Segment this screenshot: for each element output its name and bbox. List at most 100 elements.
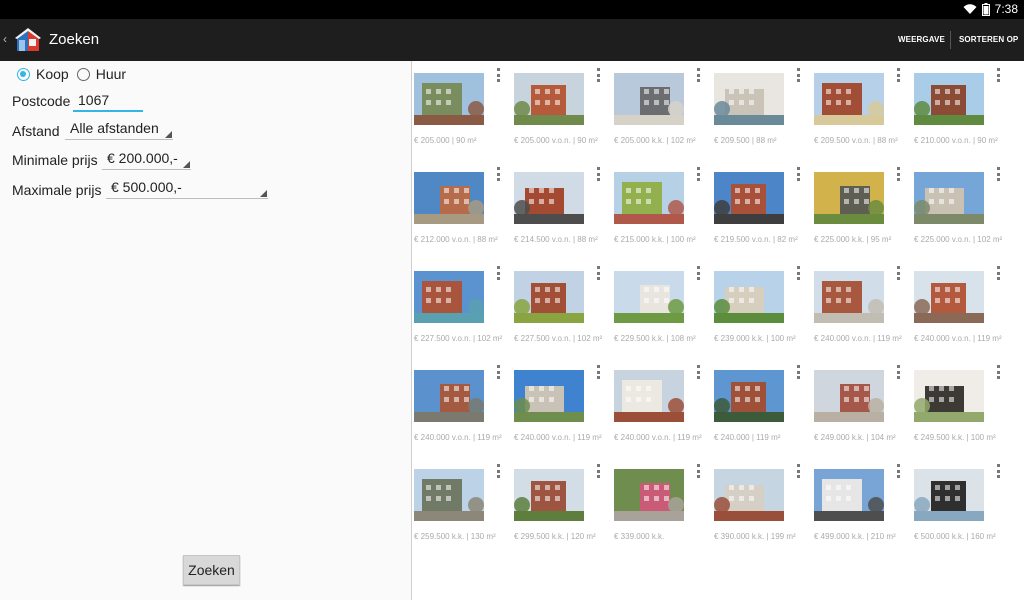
listing-photo[interactable] (514, 73, 584, 125)
overflow-menu-icon[interactable] (697, 464, 700, 478)
listing-card[interactable]: € 229.500 k.k. | 108 m² (612, 259, 712, 358)
listing-photo[interactable] (714, 469, 784, 521)
listing-card[interactable]: € 225.000 v.o.n. | 102 m² (912, 160, 1012, 259)
listing-photo[interactable] (614, 370, 684, 422)
listing-card[interactable]: € 219.500 v.o.n. | 82 m² (712, 160, 812, 259)
listing-photo[interactable] (514, 172, 584, 224)
listing-photo[interactable] (614, 73, 684, 125)
overflow-menu-icon[interactable] (797, 464, 800, 478)
listing-card[interactable]: € 227.500 v.o.n. | 102 m² (512, 259, 612, 358)
listing-photo[interactable] (414, 172, 484, 224)
back-chevron-icon[interactable]: ‹ (3, 32, 7, 46)
overflow-menu-icon[interactable] (797, 365, 800, 379)
distance-spinner[interactable]: Alle afstanden (65, 120, 173, 140)
app-logo-icon[interactable] (14, 27, 42, 53)
overflow-menu-icon[interactable] (997, 464, 1000, 478)
listing-photo[interactable] (914, 73, 984, 125)
listing-photo[interactable] (914, 370, 984, 422)
listing-card[interactable]: € 205.000 v.o.n. | 90 m² (512, 61, 612, 160)
listing-photo[interactable] (614, 469, 684, 521)
overflow-menu-icon[interactable] (697, 365, 700, 379)
overflow-menu-icon[interactable] (597, 167, 600, 181)
overflow-menu-icon[interactable] (697, 167, 700, 181)
overflow-menu-icon[interactable] (997, 266, 1000, 280)
listing-photo[interactable] (814, 271, 884, 323)
listing-photo[interactable] (514, 370, 584, 422)
overflow-menu-icon[interactable] (697, 68, 700, 82)
listing-card[interactable]: € 240.000 v.o.n. | 119 m² (812, 259, 912, 358)
overflow-menu-icon[interactable] (897, 266, 900, 280)
huur-radio-label[interactable]: Huur (96, 66, 126, 82)
listing-card[interactable]: € 205.000 k.k. | 102 m² (612, 61, 712, 160)
overflow-menu-icon[interactable] (497, 464, 500, 478)
koop-radio[interactable] (17, 67, 30, 81)
search-button[interactable]: Zoeken (183, 555, 240, 585)
listing-card[interactable]: € 212.000 v.o.n. | 88 m² (412, 160, 512, 259)
overflow-menu-icon[interactable] (597, 266, 600, 280)
listing-photo[interactable] (714, 271, 784, 323)
listing-photo[interactable] (414, 469, 484, 521)
min-price-spinner[interactable]: € 200.000,- (102, 150, 191, 170)
overflow-menu-icon[interactable] (997, 167, 1000, 181)
listing-card[interactable]: € 239.000 k.k. | 100 m² (712, 259, 812, 358)
listing-card[interactable]: € 240.000 v.o.n. | 119 m² (412, 358, 512, 457)
listing-photo[interactable] (714, 370, 784, 422)
listing-card[interactable]: € 299.500 k.k. | 120 m² (512, 457, 612, 556)
overflow-menu-icon[interactable] (797, 266, 800, 280)
listing-card[interactable]: € 225.000 k.k. | 95 m² (812, 160, 912, 259)
overflow-menu-icon[interactable] (997, 365, 1000, 379)
overflow-menu-icon[interactable] (797, 68, 800, 82)
overflow-menu-icon[interactable] (597, 68, 600, 82)
listing-card[interactable]: € 390.000 k.k. | 199 m² (712, 457, 812, 556)
listing-photo[interactable] (414, 271, 484, 323)
listing-photo[interactable] (614, 271, 684, 323)
listing-card[interactable]: € 209.500 v.o.n. | 88 m² (812, 61, 912, 160)
overflow-menu-icon[interactable] (497, 365, 500, 379)
listing-photo[interactable] (814, 73, 884, 125)
listing-photo[interactable] (914, 271, 984, 323)
listing-card[interactable]: € 227.500 v.o.n. | 102 m² (412, 259, 512, 358)
listing-card[interactable]: € 499.000 k.k. | 210 m² (812, 457, 912, 556)
overflow-menu-icon[interactable] (797, 167, 800, 181)
listing-photo[interactable] (714, 73, 784, 125)
sort-by-button[interactable]: SORTEREN OP (959, 35, 1018, 44)
listing-card[interactable]: € 249.000 k.k. | 104 m² (812, 358, 912, 457)
listing-card[interactable]: € 240.000 v.o.n. | 119 m² (512, 358, 612, 457)
overflow-menu-icon[interactable] (997, 68, 1000, 82)
max-price-spinner[interactable]: € 500.000,- (106, 179, 268, 199)
listing-photo[interactable] (814, 172, 884, 224)
overflow-menu-icon[interactable] (897, 464, 900, 478)
listing-card[interactable]: € 249.500 k.k. | 100 m² (912, 358, 1012, 457)
listing-photo[interactable] (914, 172, 984, 224)
listing-card[interactable]: € 339.000 k.k. (612, 457, 712, 556)
overflow-menu-icon[interactable] (497, 266, 500, 280)
listing-card[interactable]: € 240.000 v.o.n. | 119 m² (612, 358, 712, 457)
listing-card[interactable]: € 500.000 k.k. | 160 m² (912, 457, 1012, 556)
listing-photo[interactable] (614, 172, 684, 224)
listing-card[interactable]: € 240.000 v.o.n. | 119 m² (912, 259, 1012, 358)
view-mode-button[interactable]: WEERGAVE (898, 35, 945, 44)
overflow-menu-icon[interactable] (497, 167, 500, 181)
listing-card[interactable]: € 210.000 v.o.n. | 90 m² (912, 61, 1012, 160)
huur-radio[interactable] (76, 67, 90, 81)
listing-card[interactable]: € 215.000 k.k. | 100 m² (612, 160, 712, 259)
koop-radio-label[interactable]: Koop (36, 66, 69, 82)
overflow-menu-icon[interactable] (697, 266, 700, 280)
listing-card[interactable]: € 259.500 k.k. | 130 m² (412, 457, 512, 556)
overflow-menu-icon[interactable] (597, 365, 600, 379)
listing-card[interactable]: € 214.500 v.o.n. | 88 m² (512, 160, 612, 259)
postcode-input[interactable]: 1067 (73, 91, 143, 112)
listing-card[interactable]: € 205.000 | 90 m² (412, 61, 512, 160)
overflow-menu-icon[interactable] (897, 68, 900, 82)
listing-photo[interactable] (814, 469, 884, 521)
listing-photo[interactable] (814, 370, 884, 422)
listing-photo[interactable] (714, 172, 784, 224)
listing-photo[interactable] (514, 469, 584, 521)
listing-photo[interactable] (414, 73, 484, 125)
listing-photo[interactable] (414, 370, 484, 422)
overflow-menu-icon[interactable] (897, 167, 900, 181)
listing-photo[interactable] (514, 271, 584, 323)
listing-card[interactable]: € 240.000 | 119 m² (712, 358, 812, 457)
listing-photo[interactable] (914, 469, 984, 521)
overflow-menu-icon[interactable] (897, 365, 900, 379)
